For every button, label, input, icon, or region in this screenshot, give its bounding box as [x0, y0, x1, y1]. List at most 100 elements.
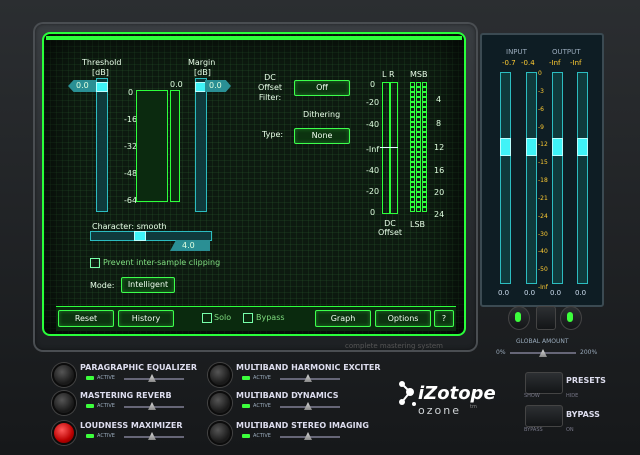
dc-scale-6: 0	[370, 208, 376, 217]
threshold-label: Threshold	[82, 58, 122, 67]
output-meter	[170, 90, 180, 202]
msb-label: MSB	[410, 70, 428, 79]
input-l-fader[interactable]	[500, 138, 511, 156]
gain-reduction-meter	[136, 90, 168, 202]
dithering-label: Dithering	[303, 110, 341, 119]
bit-12: 12	[434, 143, 445, 152]
threshold-value: 0.0	[76, 81, 89, 90]
mid-value: 0.0	[170, 80, 183, 89]
module-name: MULTIBAND DYNAMICS	[236, 391, 339, 400]
module-power-led[interactable]	[52, 363, 76, 387]
meter-scale-label: -50	[538, 266, 548, 273]
output-r-fader[interactable]	[577, 138, 588, 156]
presets-hide: HIDE	[566, 393, 579, 399]
module-active-label: ACTIVE	[97, 375, 115, 381]
options-button[interactable]: Options	[375, 310, 431, 327]
reset-button[interactable]: Reset	[58, 310, 114, 327]
dither-type-select[interactable]: None	[294, 128, 350, 144]
bit-20: 20	[434, 188, 445, 197]
prevent-clipping-label: Prevent inter-sample clipping	[103, 258, 221, 267]
global-amount-label: GLOBAL AMOUNT	[516, 338, 569, 345]
character-knob[interactable]	[134, 231, 146, 241]
dc-scale-0: 0	[370, 80, 376, 89]
lr-label: L R	[382, 70, 395, 79]
global-max: 200%	[580, 349, 598, 356]
bit-meter	[410, 82, 430, 212]
module-power-led[interactable]	[208, 421, 232, 445]
bit-cell	[422, 207, 427, 212]
bypass-label: Bypass	[256, 313, 285, 322]
dc-offset-select[interactable]: Off	[294, 80, 350, 96]
izotope-logo-icon	[396, 380, 418, 408]
dc-offset-label: DC Offset Filter:	[258, 73, 283, 102]
dc-offset-footer: DC Offset	[378, 219, 403, 237]
history-button[interactable]: History	[118, 310, 174, 327]
module-active-led	[86, 434, 94, 438]
module-active-led	[86, 404, 94, 408]
brand-name: iZotope	[418, 383, 496, 404]
meter-scale-label: -12	[538, 141, 548, 148]
meter-scale-label: 0	[538, 70, 542, 77]
meter-scale-label: -24	[538, 213, 548, 220]
module-power-led[interactable]	[208, 363, 232, 387]
threshold-knob[interactable]	[96, 82, 108, 92]
mode-select[interactable]: Intelligent	[121, 277, 175, 293]
module-name: MASTERING REVERB	[80, 391, 172, 400]
meter-scale-label: -9	[538, 124, 544, 131]
bit-4: 4	[436, 95, 442, 104]
presets-button[interactable]	[525, 372, 563, 394]
solo-label: Solo	[214, 313, 232, 322]
prevent-clipping-checkbox[interactable]	[90, 258, 100, 268]
bypass-hw-button[interactable]	[525, 405, 563, 427]
dc-scale-2: -40	[366, 120, 380, 129]
dc-scale-3: -Inf	[366, 145, 380, 154]
input-label: INPUT	[506, 48, 527, 56]
module-active-label: ACTIVE	[253, 375, 271, 381]
threshold-unit: [dB]	[92, 68, 109, 77]
dc-meter-r	[390, 82, 398, 214]
output-l-fader[interactable]	[552, 138, 563, 156]
output-r-peak: -Inf	[570, 59, 582, 67]
input-l-peak: -0.7	[502, 59, 516, 67]
help-button[interactable]: ?	[434, 310, 454, 327]
bit-24: 24	[434, 210, 445, 219]
meter-scale-label: -Inf	[538, 284, 548, 291]
module-power-led[interactable]	[52, 391, 76, 415]
module-active-led	[242, 434, 250, 438]
input-r-value: 0.0	[524, 289, 536, 297]
input-r-fader[interactable]	[526, 138, 537, 156]
meter-scale-label: -18	[538, 177, 548, 184]
brand-tm: tm	[470, 404, 477, 410]
module-active-led	[242, 376, 250, 380]
presets-label: PRESETS	[566, 376, 606, 385]
meter-scale-label: -30	[538, 231, 548, 238]
type-label: Type:	[262, 130, 284, 139]
threshold-slider[interactable]	[96, 78, 108, 212]
character-value: 4.0	[182, 241, 195, 250]
graph-button[interactable]: Graph	[315, 310, 371, 327]
scale-0: 0	[128, 88, 134, 97]
module-power-led[interactable]	[208, 391, 232, 415]
module-name: LOUDNESS MAXIMIZER	[80, 421, 183, 430]
bypass-checkbox[interactable]	[243, 313, 253, 323]
input-r-meter	[526, 72, 537, 284]
input-l-value: 0.0	[498, 289, 510, 297]
module-active-label: ACTIVE	[253, 433, 271, 439]
margin-slider[interactable]	[195, 78, 207, 212]
module-active-label: ACTIVE	[253, 403, 271, 409]
dc-scale-5: -20	[366, 187, 380, 196]
dc-scale-1: -20	[366, 98, 380, 107]
meter-mode-button[interactable]	[536, 306, 556, 330]
module-name: MULTIBAND HARMONIC EXCITER	[236, 363, 381, 372]
bypass-hw-on: ON	[566, 427, 574, 433]
bit-cell	[416, 207, 421, 212]
meter-scale: 0 -3 -6 -9 -12 -15 -18 -21 -24 -30 -40 -50 -Inf	[538, 70, 552, 291]
module-active-label: ACTIVE	[97, 403, 115, 409]
output-l-value: 0.0	[550, 289, 562, 297]
bypass-hw-bypass: BYPASS	[524, 427, 543, 433]
solo-checkbox[interactable]	[202, 313, 212, 323]
module-power-led[interactable]	[52, 421, 76, 445]
dc-scale-4: -40	[366, 166, 380, 175]
character-slider[interactable]	[90, 231, 212, 241]
dc-meter-l	[382, 82, 390, 214]
